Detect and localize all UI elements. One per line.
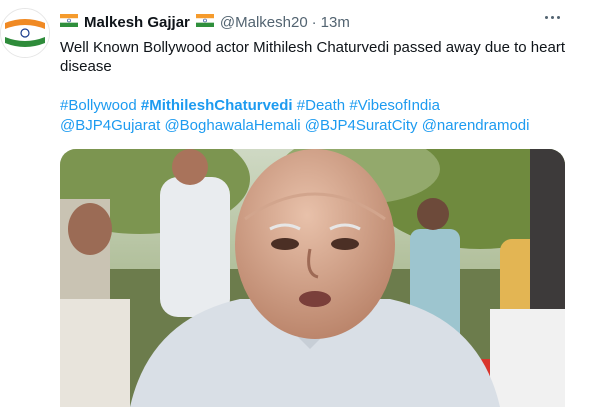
display-name[interactable]: Malkesh Gajjar [84,14,190,31]
timestamp[interactable]: 13m [321,14,350,31]
tweet-text: Well Known Bollywood actor Mithilesh Cha… [60,38,580,76]
hashtag-line: #Bollywood #MithileshChaturvedi #Death #… [60,96,580,116]
india-flag-icon [195,13,214,31]
hashtag-link[interactable]: #MithileshChaturvedi [141,97,293,114]
hashtag-link[interactable]: #Death [297,97,345,114]
separator-dot: · [311,13,317,31]
tweet-header: Malkesh Gajjar @Malkesh20 · 13m [60,12,350,32]
hashtag-link[interactable]: #Bollywood [60,97,137,114]
tweet-card[interactable]: Malkesh Gajjar @Malkesh20 · 13m Well Kno… [0,0,597,407]
mention-link[interactable]: @BJP4SuratCity [305,117,418,134]
india-flag-icon [60,13,78,31]
avatar-india-flag-image [1,9,49,57]
avatar[interactable] [0,8,50,58]
tweet-media-photo[interactable] [60,149,565,407]
mention-link[interactable]: @BJP4Gujarat [60,117,160,134]
user-handle[interactable]: @Malkesh20 [220,14,308,31]
more-options-icon[interactable] [545,16,560,19]
tweet-body: Well Known Bollywood actor Mithilesh Cha… [60,39,565,75]
tweet-hashtags: #Bollywood #MithileshChaturvedi #Death #… [60,96,580,136]
hashtag-link[interactable]: #VibesofIndia [349,97,440,114]
mention-link[interactable]: @BoghawalaHemali [164,117,300,134]
photo-illustration [60,149,565,407]
mention-link[interactable]: @narendramodi [422,117,530,134]
mention-line: @BJP4Gujarat @BoghawalaHemali @BJP4Surat… [60,116,580,136]
